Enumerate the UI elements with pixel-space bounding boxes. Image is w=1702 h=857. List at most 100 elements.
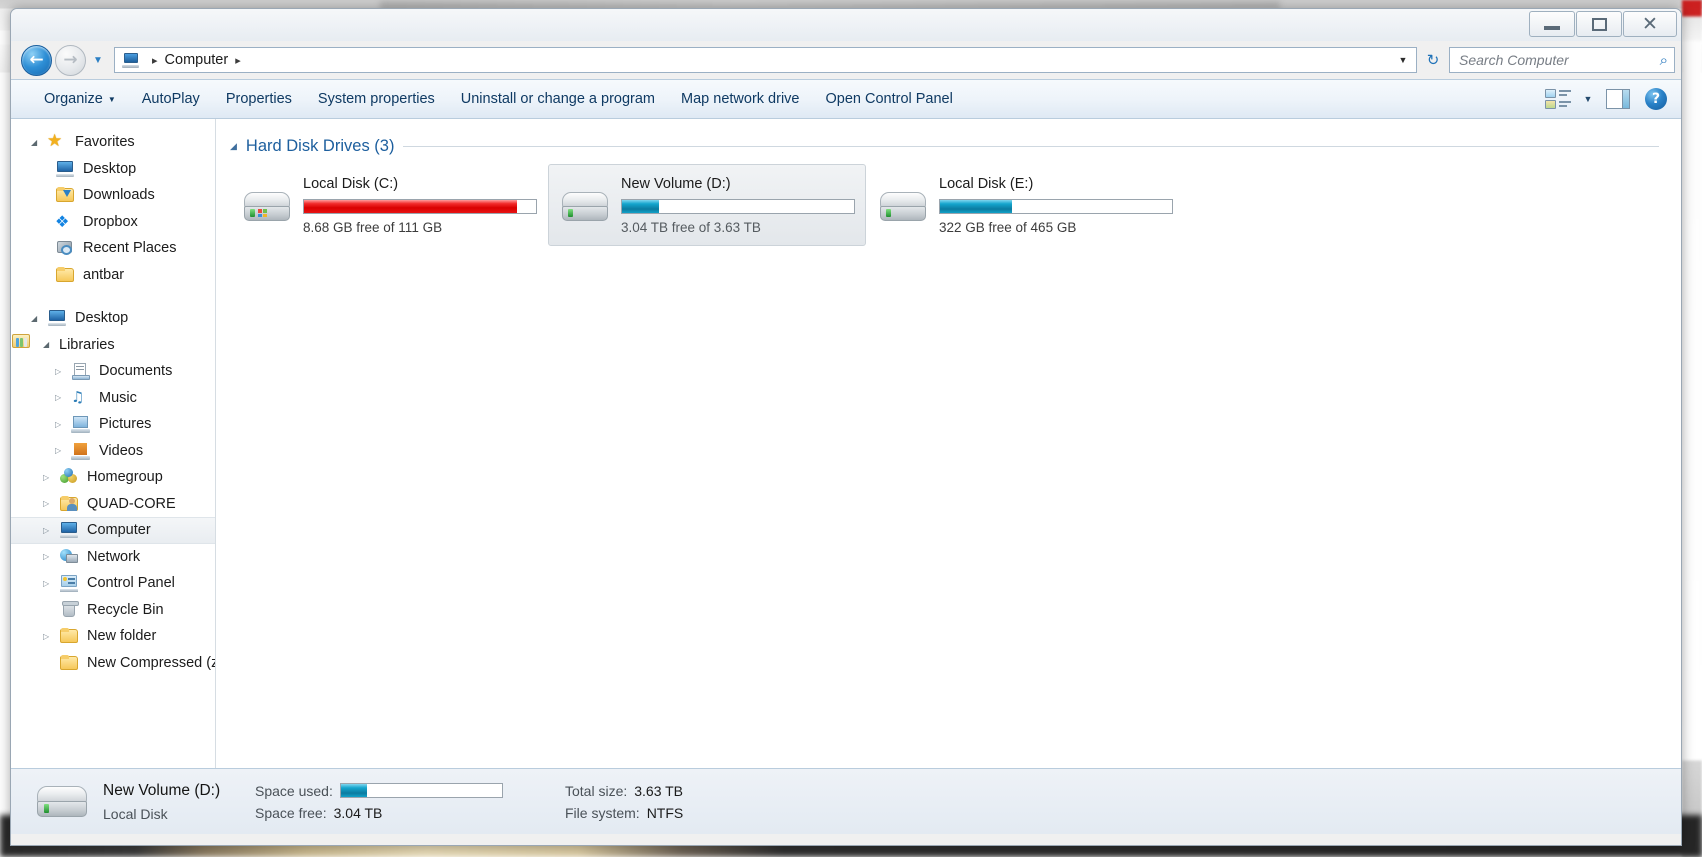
preview-pane-button[interactable] (1601, 89, 1635, 109)
close-icon: ✕ (1642, 12, 1658, 35)
capacity-bar-fill (622, 200, 660, 213)
sidebar-item-label: Recycle Bin (87, 601, 164, 618)
toolbar-open-control-panel[interactable]: Open Control Panel (812, 85, 965, 113)
sidebar-item-homegroup[interactable]: ▷ Homegroup (11, 464, 215, 491)
twisty-closed-icon[interactable]: ▷ (43, 632, 59, 641)
drive-tile-e[interactable]: Local Disk (E:) 322 GB free of 465 GB (866, 164, 1184, 246)
toolbar-organize[interactable]: Organize ▼ (31, 85, 129, 113)
forward-button[interactable]: → (55, 44, 86, 76)
capacity-bar-fill (940, 200, 1012, 213)
breadcrumb-bar[interactable]: ▸ Computer ▸ ▼ (114, 47, 1417, 73)
content-pane[interactable]: ◢ Hard Disk Drives (3) Local Disk (C:) 8… (216, 119, 1681, 768)
twisty-closed-icon[interactable]: ▷ (55, 446, 71, 455)
twisty-closed-icon[interactable]: ▷ (43, 552, 59, 561)
sidebar-item-computer[interactable]: ▷ Computer (11, 517, 215, 544)
group-header-hard-disk-drives[interactable]: ◢ Hard Disk Drives (3) (230, 137, 1681, 156)
pictures-icon (71, 415, 92, 434)
close-button[interactable]: ✕ (1623, 11, 1677, 37)
sidebar-item-new-compressed[interactable]: New Compressed (zi (11, 650, 215, 677)
twisty-open-icon[interactable]: ◢ (31, 314, 47, 323)
minimize-button[interactable] (1529, 11, 1575, 37)
capacity-bar (303, 199, 537, 214)
recent-pages-button[interactable]: ▼ (89, 45, 107, 76)
maximize-button[interactable] (1576, 11, 1622, 37)
sidebar-item-label: New Compressed (zi (87, 654, 216, 671)
toolbar-autoplay[interactable]: AutoPlay (129, 85, 213, 113)
twisty-closed-icon[interactable]: ▷ (55, 420, 71, 429)
sidebar-item-label: Pictures (99, 416, 152, 433)
space-used-bar (339, 783, 503, 798)
search-box[interactable]: Search Computer ⌕ (1449, 47, 1675, 73)
recycle-bin-icon (59, 600, 80, 619)
sidebar-item-desktop-root[interactable]: ◢ Desktop (11, 305, 215, 332)
help-button[interactable]: ? (1645, 88, 1667, 110)
sidebar-item-libraries[interactable]: ◢ Libraries (11, 332, 215, 359)
details-column-size: Total size: 3.63 TB File system: NTFS (565, 783, 683, 821)
sidebar-item-dropbox[interactable]: ❖ Dropbox (11, 209, 215, 236)
sidebar-item-label: QUAD-CORE (87, 495, 176, 512)
sidebar-item-documents[interactable]: ▷ Documents (11, 358, 215, 385)
library-icon (12, 333, 30, 348)
sidebar-item-pictures[interactable]: ▷ Pictures (11, 411, 215, 438)
change-view-icon[interactable] (1545, 88, 1575, 110)
search-input[interactable]: Search Computer (1459, 52, 1660, 68)
sidebar-item-control-panel[interactable]: ▷ Control Panel (11, 570, 215, 597)
refresh-button[interactable]: ↻ (1420, 51, 1446, 69)
command-toolbar: Organize ▼ AutoPlay Properties System pro… (11, 79, 1681, 119)
recent-places-icon (55, 239, 76, 257)
navigation-pane[interactable]: ◢ ★ Favorites Desktop Downloads ❖ Dropbo… (11, 119, 216, 768)
breadcrumb-separator-icon-2[interactable]: ▸ (228, 54, 248, 67)
control-panel-icon (59, 574, 80, 593)
sidebar-item-quad-core[interactable]: ▷ QUAD-CORE (11, 491, 215, 518)
sidebar-item-music[interactable]: ▷ ♫ Music (11, 385, 215, 412)
twisty-closed-icon[interactable]: ▷ (55, 393, 71, 402)
twisty-open-icon[interactable]: ◢ (43, 340, 59, 349)
sidebar-item-network[interactable]: ▷ Network (11, 544, 215, 571)
sidebar-item-recent-places[interactable]: Recent Places (11, 235, 215, 262)
explorer-window: ✕ ← → ▼ ▸ Computer ▸ ▼ ↻ Search Computer… (10, 8, 1682, 846)
toolbar-right-group: ▼ ? (1545, 88, 1673, 110)
twisty-closed-icon[interactable]: ▷ (43, 473, 59, 482)
sidebar-item-label: Recent Places (83, 240, 177, 257)
view-dropdown-icon[interactable]: ▼ (1577, 94, 1599, 104)
sidebar-item-label: Network (87, 548, 141, 565)
sidebar-item-favorites[interactable]: ◢ ★ Favorites (11, 129, 215, 156)
capacity-bar (621, 199, 855, 214)
sidebar-item-videos[interactable]: ▷ Videos (11, 438, 215, 465)
sidebar-item-label: Downloads (83, 187, 155, 204)
twisty-closed-icon[interactable]: ▷ (43, 579, 59, 588)
sidebar-item-new-folder[interactable]: ▷ New folder (11, 623, 215, 650)
twisty-closed-icon[interactable]: ▷ (55, 367, 71, 376)
drive-name: New Volume (D:) (621, 176, 731, 192)
back-arrow-icon: ← (29, 50, 44, 70)
maximize-icon (1591, 17, 1607, 31)
sidebar-item-desktop-fav[interactable]: Desktop (11, 156, 215, 183)
drive-capacity-text: 8.68 GB free of 111 GB (303, 220, 443, 235)
toolbar-uninstall-program[interactable]: Uninstall or change a program (448, 85, 668, 113)
drive-tile-c[interactable]: Local Disk (C:) 8.68 GB free of 111 GB (230, 164, 548, 246)
drive-tile-d[interactable]: New Volume (D:) 3.04 TB free of 3.63 TB (548, 164, 866, 246)
sidebar-item-recycle-bin[interactable]: Recycle Bin (11, 597, 215, 624)
address-dropdown-icon[interactable]: ▼ (1392, 55, 1414, 65)
twisty-closed-icon[interactable]: ▷ (43, 526, 59, 535)
breadcrumb-computer[interactable]: Computer (165, 52, 229, 68)
total-size-label: Total size: (565, 782, 628, 799)
preview-pane-icon (1606, 89, 1630, 109)
toolbar-system-properties[interactable]: System properties (305, 85, 448, 113)
toolbar-properties[interactable]: Properties (213, 85, 305, 113)
search-icon: ⌕ (1659, 51, 1668, 69)
toolbar-map-network-drive[interactable]: Map network drive (668, 85, 812, 113)
file-system-label: File system: (565, 804, 640, 821)
folder-icon (55, 266, 76, 284)
sidebar-item-downloads[interactable]: Downloads (11, 182, 215, 209)
sidebar-item-antbar[interactable]: antbar (11, 262, 215, 289)
twisty-open-icon[interactable]: ◢ (230, 141, 237, 152)
twisty-closed-icon[interactable]: ▷ (43, 499, 59, 508)
back-button[interactable]: ← (21, 44, 52, 76)
refresh-icon: ↻ (1426, 51, 1440, 69)
address-bar: ← → ▼ ▸ Computer ▸ ▼ ↻ Search Computer ⌕ (11, 41, 1681, 79)
documents-icon (71, 362, 92, 381)
hard-drive-icon (241, 188, 293, 230)
twisty-open-icon[interactable]: ◢ (31, 138, 47, 147)
